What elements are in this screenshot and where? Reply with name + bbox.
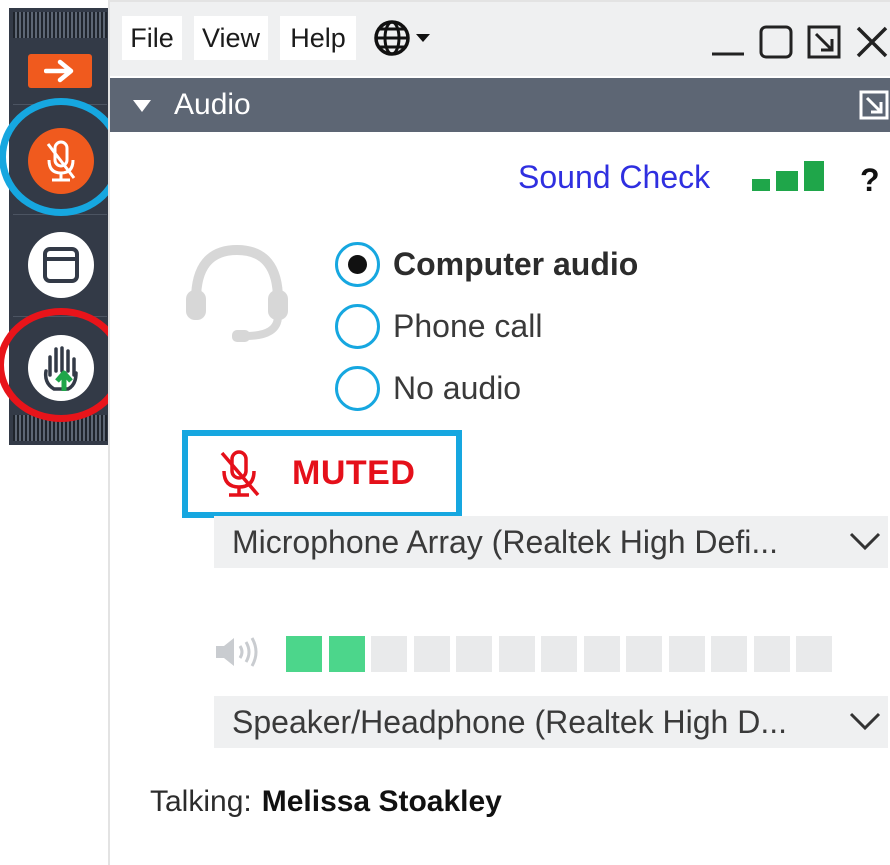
raise-hand-button[interactable]: [28, 335, 94, 401]
level-meter-segment: [626, 636, 662, 672]
close-icon[interactable]: [852, 22, 890, 62]
menu-file[interactable]: File: [122, 16, 182, 60]
level-meter-segment: [796, 636, 832, 672]
audio-section-title: Audio: [174, 88, 251, 121]
show-window-button[interactable]: [28, 232, 94, 298]
language-menu[interactable]: [368, 16, 440, 60]
sound-check-link[interactable]: Sound Check: [518, 159, 710, 196]
radio-label: Phone call: [393, 308, 543, 344]
level-meter-segment: [329, 636, 365, 672]
raise-hand-icon: [43, 346, 78, 391]
toolbar-grip-bottom[interactable]: [13, 415, 107, 441]
talking-name: Melissa Stoakley: [261, 785, 502, 818]
menu-bar: File View Help: [110, 2, 890, 76]
menu-help[interactable]: Help: [280, 16, 356, 60]
signal-strength-icon: [752, 161, 824, 191]
level-meter-segment: [286, 636, 322, 672]
toolbar-grip-top[interactable]: [13, 12, 107, 38]
headset-icon: [186, 244, 288, 342]
radio-selected-dot: [348, 255, 367, 274]
popout-section-icon[interactable]: [858, 89, 890, 121]
microphone-select[interactable]: Microphone Array (Realtek High Defi...: [214, 516, 888, 568]
level-meter-segment: [669, 636, 705, 672]
minimize-icon[interactable]: [708, 22, 748, 62]
radio-button[interactable]: [335, 366, 380, 411]
muted-status-box[interactable]: MUTED: [182, 430, 462, 518]
talking-indicator: Talking: Melissa Stoakley: [150, 782, 502, 822]
radio-button[interactable]: [335, 304, 380, 349]
maximize-icon[interactable]: [756, 22, 796, 62]
toolbar-divider: [13, 104, 107, 105]
arrow-right-icon: [44, 59, 74, 83]
speaker-select-value: Speaker/Headphone (Realtek High D...: [232, 704, 787, 740]
menu-view[interactable]: View: [194, 16, 268, 60]
control-panel: File View Help Audio Sound Check ? Compu…: [108, 0, 890, 865]
radio-button[interactable]: [335, 242, 380, 287]
level-meter-segment: [456, 636, 492, 672]
level-meter-segment: [584, 636, 620, 672]
microphone-muted-icon: [46, 140, 76, 182]
floating-toolbar: [9, 8, 111, 445]
radio-label: Computer audio: [393, 246, 639, 282]
speaker-select[interactable]: Speaker/Headphone (Realtek High D...: [214, 696, 888, 748]
radio-label: No audio: [393, 370, 522, 406]
help-icon[interactable]: ?: [860, 162, 880, 199]
level-meter-segment: [371, 636, 407, 672]
level-meter-segment: [414, 636, 450, 672]
collapse-panel-button[interactable]: [28, 54, 92, 88]
speaker-volume-icon: [216, 637, 258, 667]
microphone-select-value: Microphone Array (Realtek High Defi...: [232, 524, 778, 560]
level-meter-segment: [711, 636, 747, 672]
toolbar-divider: [13, 214, 107, 215]
chevron-down-icon: [849, 712, 881, 731]
chevron-down-icon: [849, 532, 881, 551]
microphone-muted-icon: [220, 450, 260, 497]
globe-icon: [374, 20, 430, 56]
level-meter-segment: [754, 636, 790, 672]
level-meter-segment: [499, 636, 535, 672]
popout-icon[interactable]: [804, 22, 844, 62]
level-meter-segment: [541, 636, 577, 672]
toolbar-divider: [13, 316, 107, 317]
muted-label: MUTED: [292, 454, 416, 492]
talking-label: Talking:: [150, 785, 252, 818]
collapse-triangle-icon: [133, 100, 151, 112]
audio-section-header[interactable]: Audio: [110, 78, 890, 132]
mute-microphone-button[interactable]: [28, 128, 94, 194]
window-icon: [43, 247, 79, 283]
